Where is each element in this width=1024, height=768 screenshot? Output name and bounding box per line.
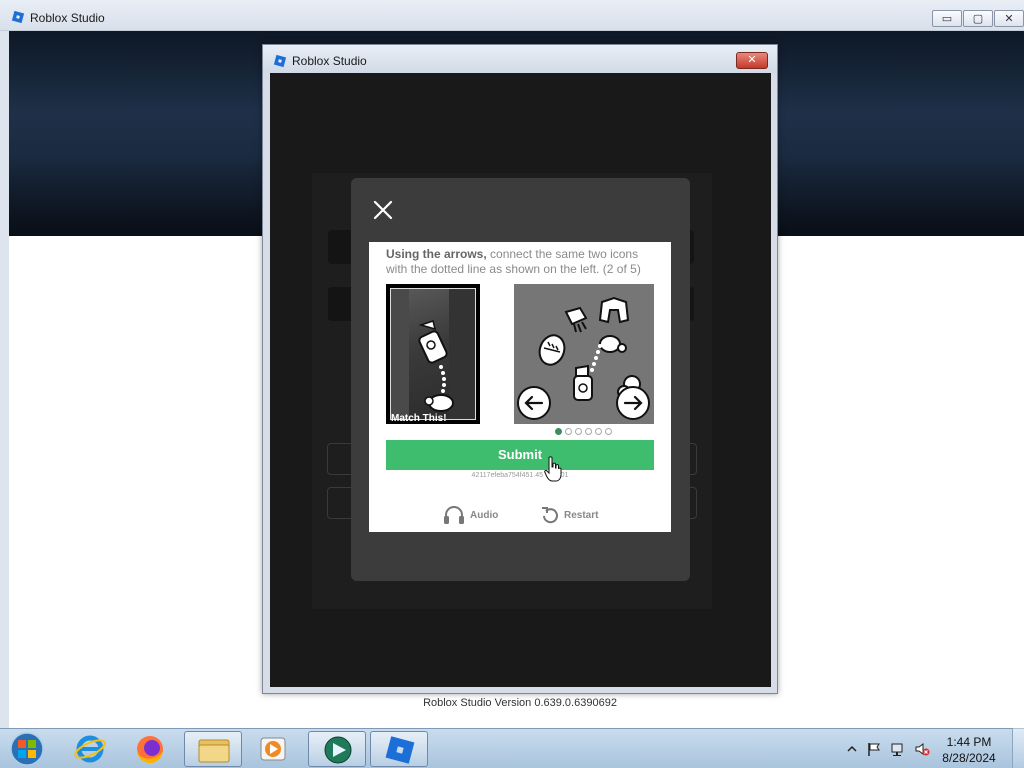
window-border [0, 31, 9, 728]
close-icon[interactable] [371, 198, 395, 222]
captcha-card: Using the arrows, connect the same two i… [369, 242, 671, 532]
audio-button[interactable]: Audio [443, 505, 503, 525]
media-player-icon [260, 737, 286, 761]
page-dot [585, 428, 592, 435]
example-icons-illustration [391, 289, 475, 419]
minimize-icon: ▭ [941, 12, 953, 25]
internet-explorer-icon [74, 735, 106, 763]
example-illustration [390, 288, 476, 420]
taskbar-roblox-studio[interactable] [370, 731, 428, 767]
page-dot [555, 428, 562, 435]
page-dot [565, 428, 572, 435]
clock-date[interactable]: 8/28/2024 [934, 751, 1004, 765]
version-text: Roblox Studio Version 0.639.0.6390692 [423, 697, 617, 709]
dialog-content: Using the arrows, connect the same two i… [270, 73, 771, 687]
close-icon: ✕ [1004, 12, 1014, 25]
roblox-studio-logo-icon [11, 10, 25, 24]
taskbar-media-player[interactable] [244, 731, 302, 767]
dotted-connection-line [439, 365, 446, 393]
network-icon[interactable] [890, 741, 906, 757]
spray-bottle-icon [418, 320, 448, 364]
login-dialog-window: Roblox Studio ✕ Using the arrows, connec… [262, 44, 778, 694]
example-image: Match This! [386, 284, 480, 424]
puzzle-image [514, 284, 654, 424]
hand-pointer-cursor-icon [544, 456, 562, 482]
restart-button[interactable]: Restart [540, 505, 610, 525]
start-button[interactable] [4, 730, 50, 768]
restart-label: Restart [564, 510, 599, 521]
minimize-button[interactable]: ▭ [932, 10, 962, 27]
page-dot [595, 428, 602, 435]
taskbar-file-explorer[interactable] [184, 731, 242, 767]
submit-button[interactable]: Submit [386, 440, 654, 470]
main-window-title: Roblox Studio [30, 11, 105, 25]
main-window-titlebar[interactable]: Roblox Studio ▭ ▢ ✕ [0, 0, 1024, 31]
maximize-button[interactable]: ▢ [963, 10, 993, 27]
taskbar-roblox-player[interactable] [308, 731, 366, 767]
session-id-text: 42117efeba754f451.45 4401 [471, 472, 569, 479]
system-tray: 1:44 PM 8/28/2024 [838, 729, 1024, 768]
captcha-modal: Using the arrows, connect the same two i… [351, 178, 690, 581]
dialog-titlebar[interactable]: Roblox Studio ✕ [263, 45, 777, 73]
roblox-studio-logo-icon [273, 54, 287, 68]
page-dot [575, 428, 582, 435]
action-center-flag-icon[interactable] [866, 741, 882, 757]
roblox-studio-icon [385, 736, 415, 764]
page-dot [605, 428, 612, 435]
firefox-icon [136, 736, 163, 764]
captcha-instructions: Using the arrows, connect the same two i… [386, 247, 641, 276]
close-icon: ✕ [747, 53, 757, 66]
taskbar-internet-explorer[interactable] [61, 731, 119, 767]
match-this-label: Match This! [391, 413, 447, 424]
arrow-left-icon [524, 395, 544, 411]
clock-time[interactable]: 1:44 PM [934, 735, 1004, 749]
taskbar: 1:44 PM 8/28/2024 [0, 728, 1024, 768]
restart-icon [542, 507, 558, 524]
dialog-title: Roblox Studio [292, 54, 367, 68]
roblox-player-icon [324, 736, 352, 764]
show-hidden-icons-icon[interactable] [844, 741, 860, 757]
show-desktop-button[interactable] [1012, 728, 1024, 768]
audio-label: Audio [470, 510, 499, 521]
turtle-icon [424, 394, 454, 412]
next-arrow-button[interactable] [616, 386, 650, 420]
windows-start-icon [10, 732, 44, 766]
close-window-button[interactable]: ✕ [994, 10, 1024, 27]
previous-arrow-button[interactable] [517, 386, 551, 420]
volume-muted-icon[interactable] [914, 741, 930, 757]
taskbar-firefox[interactable] [121, 731, 179, 767]
dialog-close-button[interactable]: ✕ [736, 52, 768, 69]
folder-icon [198, 739, 230, 763]
maximize-icon: ▢ [972, 12, 984, 25]
headphones-icon [444, 506, 464, 524]
arrow-right-icon [623, 395, 643, 411]
